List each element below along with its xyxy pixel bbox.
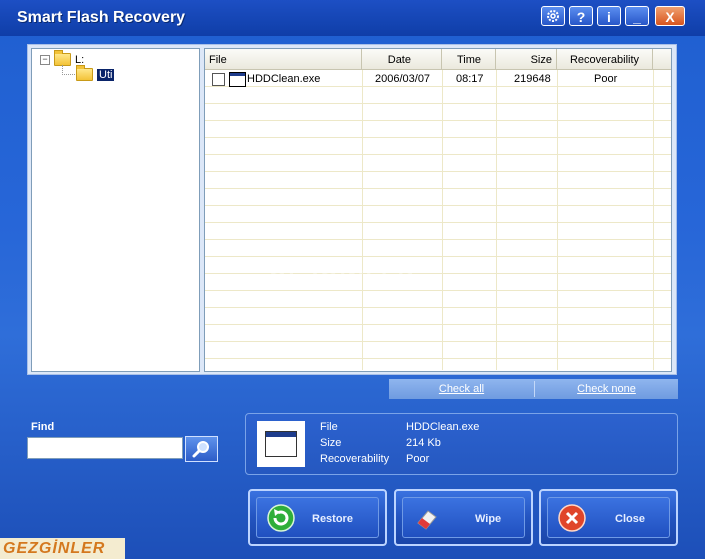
exe-file-icon — [229, 72, 246, 87]
find-input[interactable] — [27, 437, 183, 459]
restore-button[interactable]: Restore — [248, 489, 387, 546]
collapse-icon[interactable]: − — [40, 54, 50, 65]
minimize-button[interactable]: _ — [625, 6, 649, 26]
close-label: Close — [615, 513, 645, 525]
close-window-button[interactable]: X — [655, 6, 685, 26]
corner-watermark: GEZGİNLER — [0, 538, 125, 559]
wipe-button[interactable]: Wipe — [394, 489, 533, 546]
column-date[interactable]: Date — [362, 49, 442, 69]
settings-button[interactable] — [541, 6, 565, 26]
find-label: Find — [31, 421, 55, 433]
info-file-label: File — [320, 421, 338, 433]
column-divider — [362, 70, 363, 370]
cell-recoverability: Poor — [594, 73, 618, 85]
window-title: Smart Flash Recovery — [17, 9, 186, 26]
cell-file: HDDClean.exe — [247, 73, 321, 85]
folder-open-icon — [76, 65, 93, 81]
row-checkbox[interactable] — [212, 73, 225, 86]
restore-label: Restore — [312, 513, 353, 525]
info-recoverability-label: Recoverability — [320, 453, 390, 465]
restore-icon — [267, 504, 295, 532]
tree-node-label: L: — [75, 53, 85, 66]
column-recoverability[interactable]: Recoverability — [557, 49, 653, 69]
check-none-link[interactable]: Check none — [535, 379, 678, 399]
column-divider — [442, 70, 443, 370]
app-window: Smart Flash Recovery ? i _ X − L: Uti Fi… — [0, 0, 705, 559]
column-divider — [653, 70, 654, 370]
list-header: File Date Time Size Recoverability — [205, 49, 671, 70]
tree-node-label: Uti — [97, 68, 115, 81]
help-button[interactable]: ? — [569, 6, 593, 26]
column-file[interactable]: File — [205, 49, 362, 69]
file-preview-icon — [257, 421, 305, 467]
file-list[interactable]: File Date Time Size Recoverability HDDCl… — [204, 48, 672, 372]
list-rows — [205, 70, 671, 370]
info-button[interactable]: i — [597, 6, 621, 26]
tree-node-uti[interactable]: Uti — [76, 65, 115, 81]
check-all-link[interactable]: Check all — [389, 379, 534, 399]
cell-size: 219648 — [514, 73, 551, 85]
check-links-bar: Check all Check none — [389, 379, 678, 399]
eraser-icon — [417, 510, 437, 530]
column-time[interactable]: Time — [442, 49, 496, 69]
tree-connector — [62, 65, 77, 75]
info-size-value: 214 Kb — [406, 437, 441, 449]
wipe-label: Wipe — [475, 513, 502, 525]
cell-time: 08:17 — [456, 73, 484, 85]
info-recoverability-value: Poor — [406, 453, 430, 465]
close-circle-icon — [558, 504, 586, 532]
info-file-value: HDDClean.exe — [406, 421, 480, 433]
column-divider — [496, 70, 497, 370]
gear-icon — [547, 10, 559, 22]
close-button[interactable]: Close — [539, 489, 678, 546]
cell-date: 2006/03/07 — [375, 73, 431, 85]
watermark: GEZGİNLER — [268, 266, 415, 291]
title-bar[interactable]: Smart Flash Recovery ? i _ X — [0, 0, 705, 36]
find-button[interactable] — [185, 436, 218, 462]
magnifier-icon — [192, 441, 209, 458]
folder-tree[interactable]: − L: Uti — [31, 48, 200, 372]
column-size[interactable]: Size — [496, 49, 557, 69]
info-size-label: Size — [320, 437, 342, 449]
column-divider — [557, 70, 558, 370]
